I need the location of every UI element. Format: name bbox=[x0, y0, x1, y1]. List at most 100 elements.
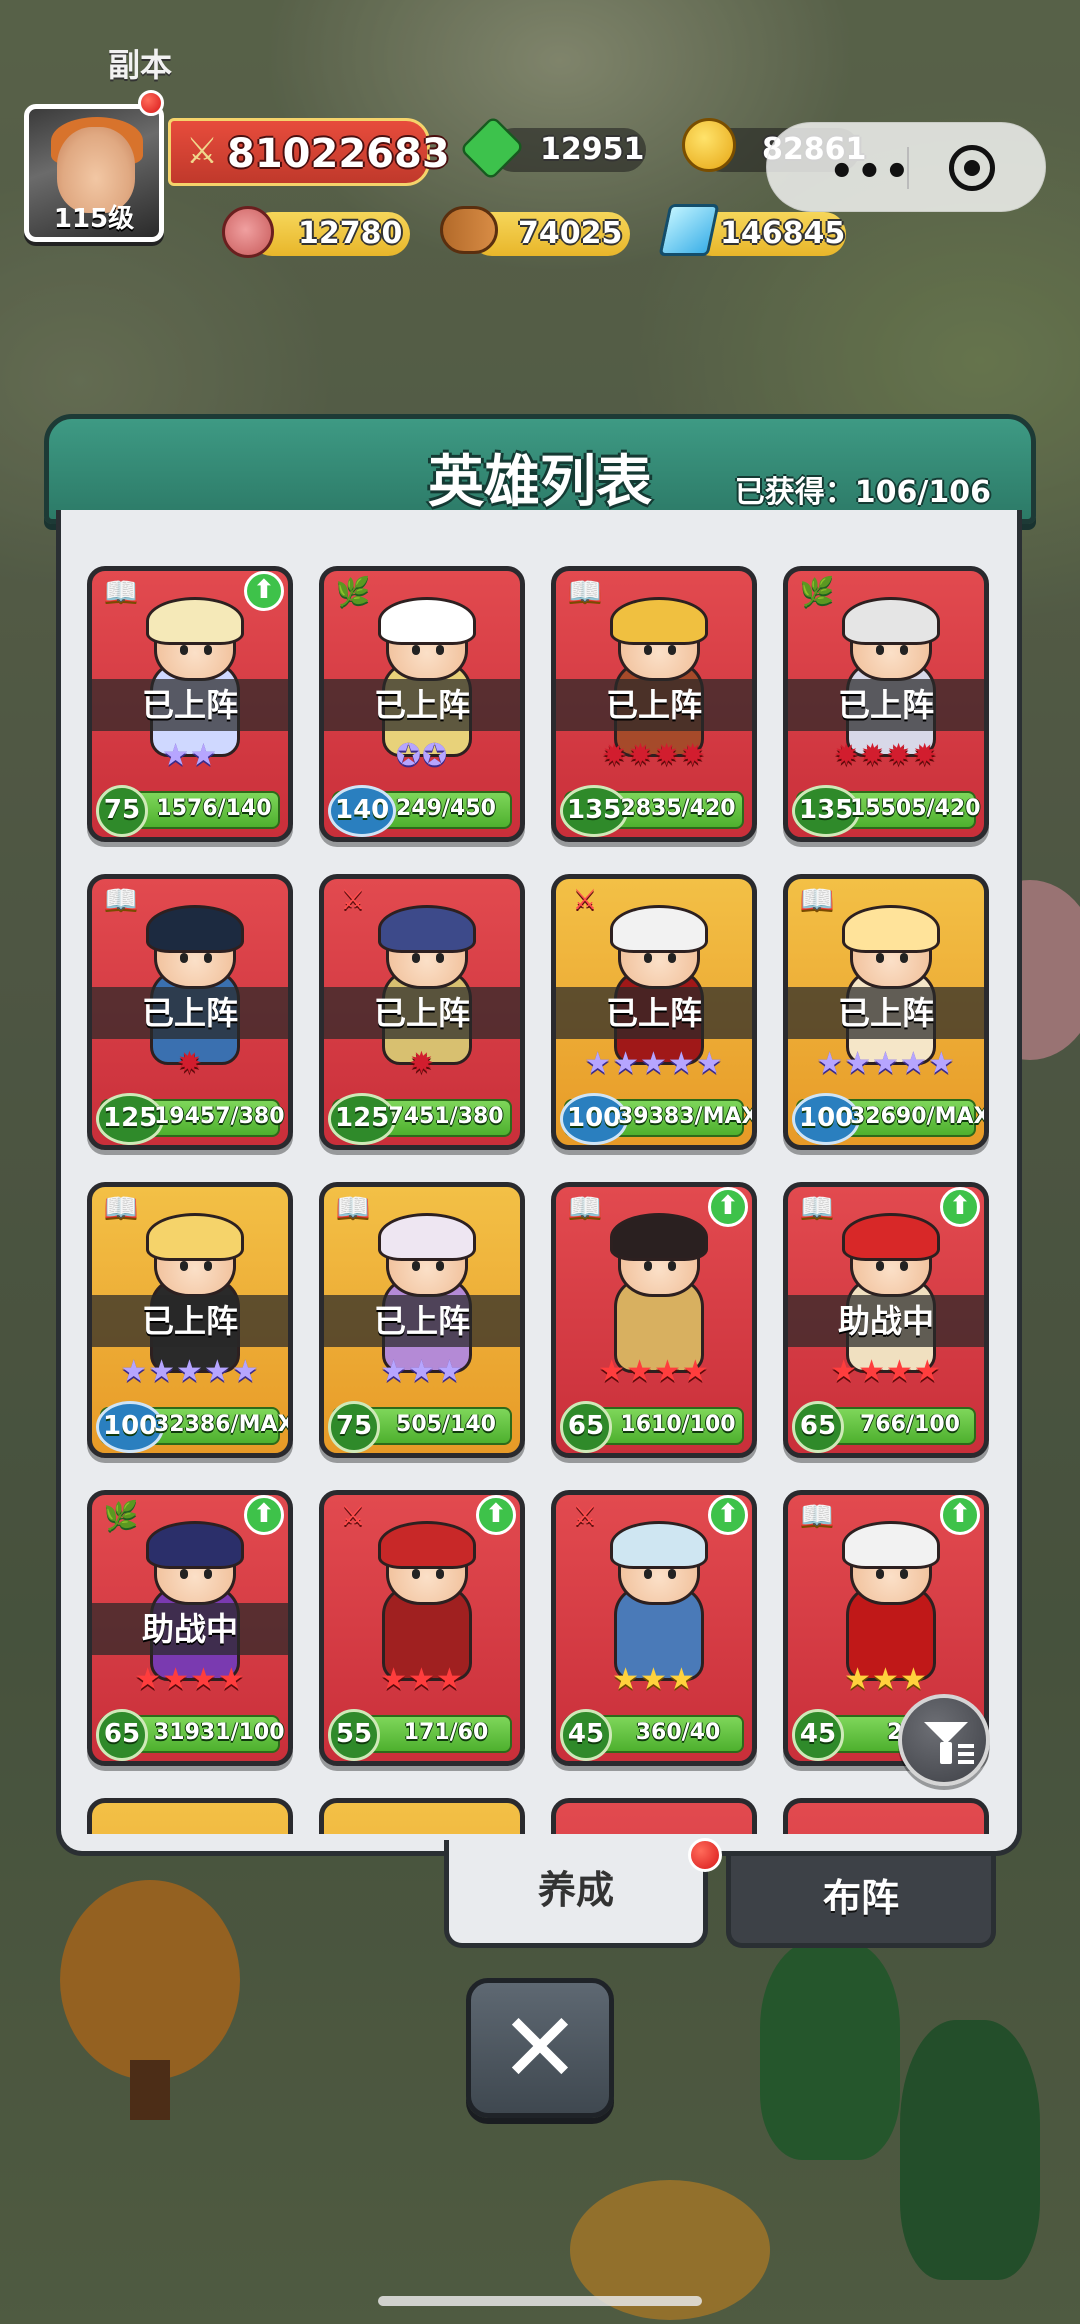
hero-status-band: 助战中 bbox=[788, 1295, 984, 1347]
crossed-swords-icon: ⚔ bbox=[185, 131, 219, 172]
wood-log-icon bbox=[440, 206, 498, 254]
tab-formation[interactable]: 布阵 bbox=[726, 1856, 996, 1948]
hero-card[interactable] bbox=[87, 1798, 293, 1834]
hero-stars: ✹ bbox=[408, 1046, 436, 1081]
filter-lines-icon bbox=[958, 1744, 974, 1764]
hero-card[interactable]: 🌿 已上阵 ✪✪ 140 249/450 bbox=[319, 566, 525, 842]
hero-card[interactable]: ⚔ ⬆ ★★★ 55 171/60 bbox=[319, 1490, 525, 1766]
hero-stars: ✹ bbox=[176, 1046, 204, 1081]
hero-list-header: 英雄列表 已获得：106/106 bbox=[44, 414, 1036, 524]
hero-status-band: 已上阵 bbox=[556, 987, 752, 1039]
home-indicator bbox=[378, 2296, 702, 2306]
hero-eye bbox=[900, 1261, 908, 1271]
hero-level-badge: 65 bbox=[792, 1401, 844, 1453]
sword-class-icon: ⚔ bbox=[572, 883, 598, 916]
hero-stars: ★★★★★ bbox=[816, 1046, 956, 1081]
hero-eye bbox=[412, 1261, 420, 1271]
hero-eye bbox=[900, 645, 908, 655]
hero-stars: ★★★ bbox=[380, 1662, 464, 1697]
filter-button[interactable] bbox=[898, 1694, 990, 1786]
hero-card[interactable]: 📖 已上阵 ★★★★★ 100 32690/MAX bbox=[783, 874, 989, 1150]
hero-hair bbox=[146, 1521, 244, 1569]
hero-card[interactable]: 📖 已上阵 ★★★★★ 100 32386/MAX bbox=[87, 1182, 293, 1458]
meat-value: 12780 bbox=[298, 216, 403, 251]
miniprogram-capsule: ••• bbox=[766, 122, 1046, 212]
hero-hair bbox=[378, 905, 476, 953]
hero-eye bbox=[900, 953, 908, 963]
book-class-icon: 📖 bbox=[799, 1499, 835, 1532]
hero-card[interactable]: 📖 ⬆ 助战中 ★★★★ 65 766/100 bbox=[783, 1182, 989, 1458]
hero-level-badge: 45 bbox=[792, 1709, 844, 1761]
hero-card[interactable]: ⚔ 已上阵 ★★★★★ 100 39383/MAX bbox=[551, 874, 757, 1150]
tab-develop[interactable]: 养成 bbox=[444, 1840, 708, 1948]
hero-card[interactable]: 📖 ⬆ ★★★★ 65 1610/100 bbox=[551, 1182, 757, 1458]
hero-hair bbox=[378, 1521, 476, 1569]
leaf-class-icon: 🌿 bbox=[799, 575, 835, 608]
hero-eye bbox=[436, 1261, 444, 1271]
hero-card[interactable]: 📖 已上阵 ✹ 125 19457/380 bbox=[87, 874, 293, 1150]
hero-stars: ★★★★★ bbox=[584, 1046, 724, 1081]
hero-eye bbox=[900, 1569, 908, 1579]
hero-status-band: 已上阵 bbox=[556, 679, 752, 731]
hero-progress-bar: 65 31931/100 bbox=[96, 1709, 285, 1761]
upgrade-arrow-icon: ⬆ bbox=[940, 1187, 980, 1227]
hero-eye bbox=[180, 1569, 188, 1579]
avatar-notification-dot bbox=[138, 90, 164, 116]
hero-card[interactable] bbox=[551, 1798, 757, 1834]
hero-status-band: 已上阵 bbox=[788, 679, 984, 731]
hero-card[interactable]: 📖 已上阵 ✹✹✹✹ 135 2835/420 bbox=[551, 566, 757, 842]
leaf-class-icon: 🌿 bbox=[103, 1499, 139, 1532]
hero-eye bbox=[876, 1261, 884, 1271]
more-menu-icon[interactable]: ••• bbox=[829, 149, 912, 195]
hero-progress-bar: 140 249/450 bbox=[328, 785, 512, 837]
sword-class-icon: ⚔ bbox=[340, 1499, 366, 1532]
hero-card[interactable]: 🌿 已上阵 ✹✹✹✹ 135 15505/420 bbox=[783, 566, 989, 842]
hero-level-badge: 65 bbox=[560, 1401, 612, 1453]
hero-shard-progress: 15505/420 bbox=[850, 796, 981, 821]
hero-card[interactable] bbox=[783, 1798, 989, 1834]
upgrade-arrow-icon: ⬆ bbox=[244, 571, 284, 611]
book-class-icon: 📖 bbox=[799, 883, 835, 916]
close-button[interactable]: ✕ bbox=[466, 1978, 614, 2118]
hero-progress-bar: 125 7451/380 bbox=[328, 1093, 512, 1145]
upgrade-arrow-icon: ⬆ bbox=[476, 1495, 516, 1535]
close-miniprogram-icon[interactable] bbox=[949, 145, 995, 191]
hero-card[interactable] bbox=[319, 1798, 525, 1834]
sword-class-icon: ⚔ bbox=[340, 883, 366, 916]
hero-hair bbox=[842, 597, 940, 645]
hero-shard-progress: 2835/420 bbox=[620, 796, 736, 821]
hero-progress-bar: 65 766/100 bbox=[792, 1401, 976, 1453]
funnel-stem bbox=[940, 1742, 952, 1764]
book-class-icon: 📖 bbox=[103, 575, 139, 608]
hero-status-band: 已上阵 bbox=[92, 987, 288, 1039]
hero-status-band: 已上阵 bbox=[324, 679, 520, 731]
hero-grid[interactable]: 📖 ⬆ 已上阵 ★★ 75 1576/140 🌿 已上阵 ✪✪ 140 249/450 📖 已上阵 ✹✹✹… bbox=[87, 566, 1003, 1834]
hero-card[interactable]: ⚔ ⬆ ★★★ 45 360/40 bbox=[551, 1490, 757, 1766]
hero-stars: ★★ bbox=[162, 738, 218, 773]
hero-level-badge: 65 bbox=[96, 1709, 148, 1761]
hero-card[interactable]: 📖 ⬆ 已上阵 ★★ 75 1576/140 bbox=[87, 566, 293, 842]
hero-hair bbox=[146, 1213, 244, 1261]
hero-eye bbox=[436, 1569, 444, 1579]
hero-progress-bar: 65 1610/100 bbox=[560, 1401, 744, 1453]
capsule-divider bbox=[907, 147, 909, 189]
hero-card[interactable]: 🌿 ⬆ 助战中 ★★★★ 65 31931/100 bbox=[87, 1490, 293, 1766]
hero-card[interactable]: ⚔ 已上阵 ✹ 125 7451/380 bbox=[319, 874, 525, 1150]
hero-status-band: 已上阵 bbox=[92, 1295, 288, 1347]
hero-eye bbox=[412, 953, 420, 963]
book-class-icon: 📖 bbox=[103, 1191, 139, 1224]
book-class-icon: 📖 bbox=[799, 1191, 835, 1224]
hero-shard-progress: 7451/380 bbox=[388, 1104, 504, 1129]
leaf-class-icon: 🌿 bbox=[335, 575, 371, 608]
hero-hair bbox=[610, 597, 708, 645]
upgrade-arrow-icon: ⬆ bbox=[708, 1495, 748, 1535]
hero-progress-bar: 100 32386/MAX bbox=[96, 1401, 288, 1453]
player-avatar[interactable]: 115级 bbox=[24, 104, 164, 242]
hero-eye bbox=[204, 953, 212, 963]
hero-hair bbox=[610, 1521, 708, 1569]
hero-shard-progress: 171/60 bbox=[403, 1720, 489, 1745]
hero-eye bbox=[668, 1569, 676, 1579]
hero-card[interactable]: 📖 已上阵 ★★★ 75 505/140 bbox=[319, 1182, 525, 1458]
funnel-icon bbox=[924, 1722, 968, 1744]
dungeon-label[interactable]: 副本 bbox=[108, 40, 172, 86]
